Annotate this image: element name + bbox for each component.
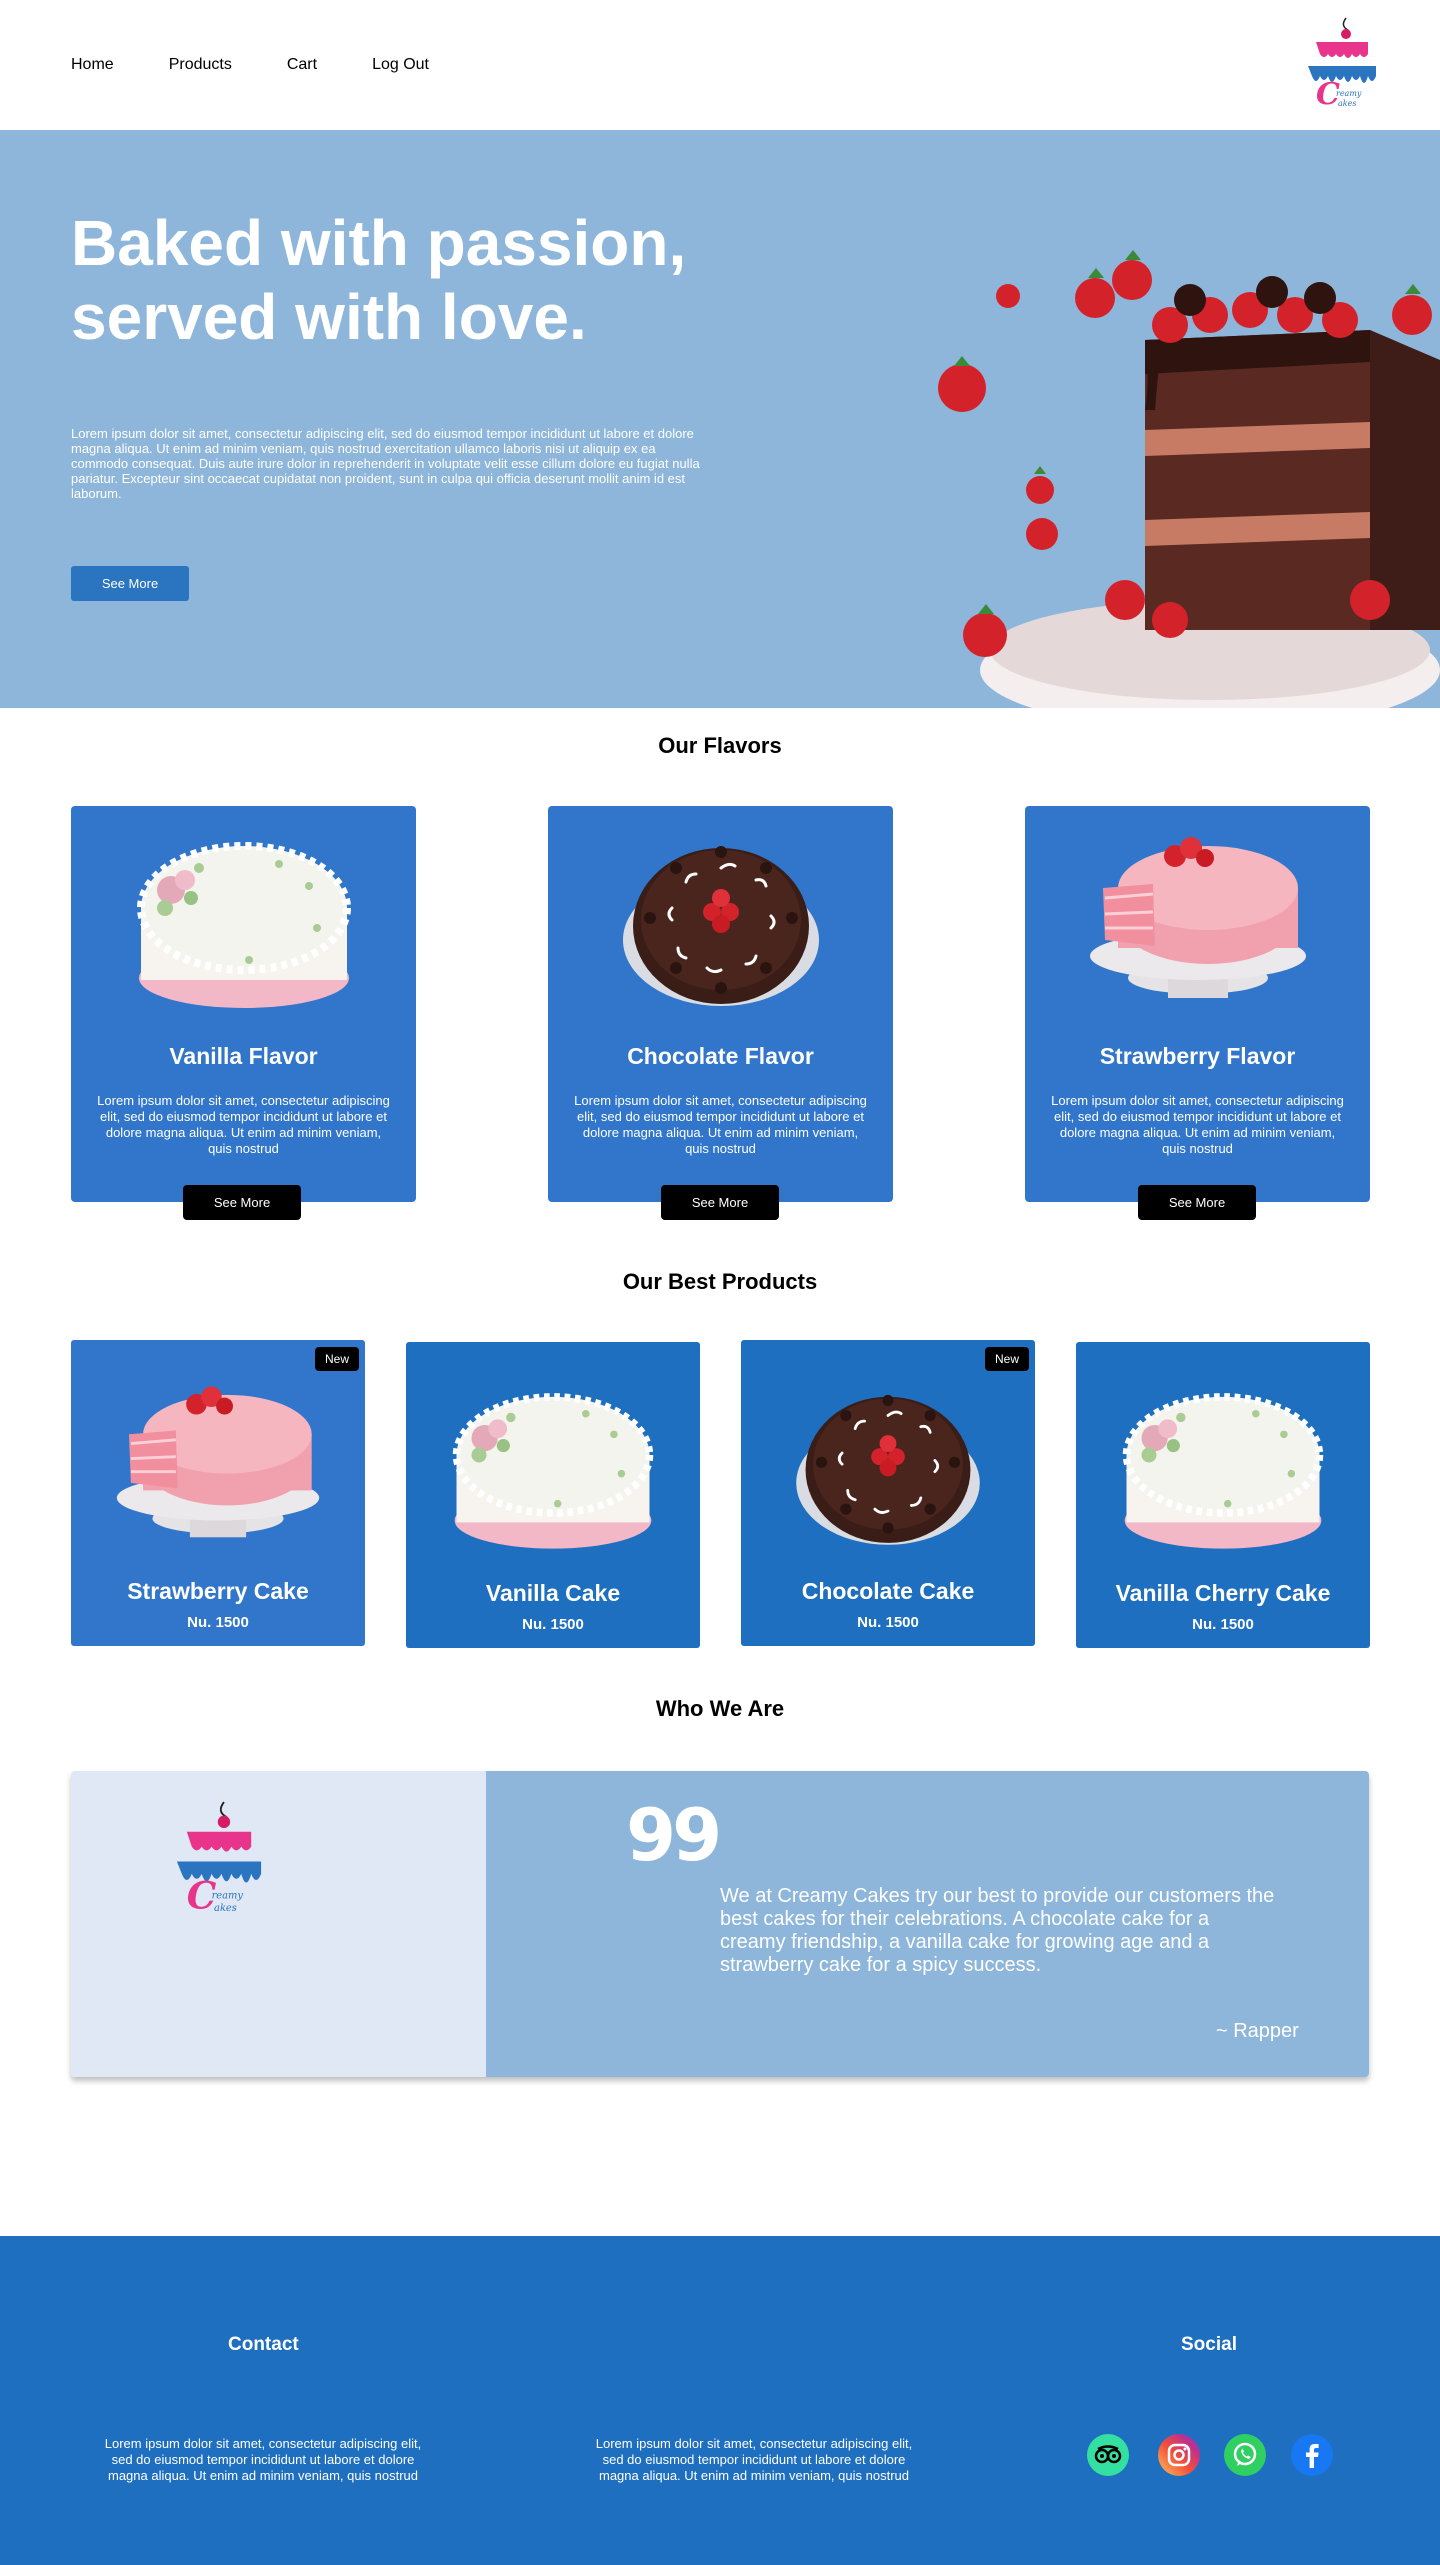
cake-logo-icon: C reamy akes (1308, 17, 1376, 112)
flavor-name: Chocolate Flavor (627, 1043, 814, 1069)
whatsapp-icon[interactable] (1224, 2434, 1266, 2476)
brand-logo[interactable]: C reamy akes (1300, 16, 1384, 112)
new-badge: New (984, 1347, 1029, 1371)
svg-text:reamy: reamy (1336, 89, 1362, 98)
strawberry-cake-image (115, 1385, 321, 1539)
top-nav: Home Products Cart Log Out C reamy akes (0, 0, 1440, 130)
flavor-description: Lorem ipsum dolor sit amet, consectetur … (574, 1093, 867, 1156)
vanilla-see-more-button[interactable]: See More (183, 1185, 301, 1220)
strawberry-cake-image (1088, 835, 1308, 1000)
hero-title-line2: served with love. (71, 281, 587, 353)
who-quote-author: ~ Rapper (1216, 2020, 1299, 2042)
vanilla-cake-image (438, 1380, 668, 1558)
hero-description: Lorem ipsum dolor sit amet, consectetur … (71, 426, 700, 501)
products-section-title: Our Best Products (622, 1269, 818, 1294)
product-card-vanilla-cake[interactable]: Vanilla Cake Nu. 1500 (406, 1342, 700, 1648)
tripadvisor-icon[interactable] (1087, 2434, 1129, 2476)
svg-text:akes: akes (1338, 99, 1356, 108)
product-name: Chocolate Cake (801, 1578, 975, 1604)
footer-contact-title: Contact (228, 2334, 299, 2355)
vanilla-cake-image (129, 828, 359, 1018)
nav-home-link[interactable]: Home (71, 56, 114, 74)
hero-title-line1: Baked with passion, (71, 207, 687, 279)
svg-text:akes: akes (214, 1903, 237, 1914)
flavors-section-title: Our Flavors (658, 733, 782, 758)
who-quote-text: We at Creamy Cakes try our best to provi… (720, 1885, 1275, 1976)
flavor-description: Lorem ipsum dolor sit amet, consectetur … (1051, 1093, 1344, 1156)
flavor-card-chocolate: Chocolate Flavor Lorem ipsum dolor sit a… (548, 806, 893, 1202)
chocolate-cake-image (621, 844, 821, 1008)
page: Home Products Cart Log Out C reamy akes … (0, 0, 1440, 2565)
product-price: Nu. 1500 (522, 1616, 584, 1633)
who-quote-panel: 99 We at Creamy Cakes try our best to pr… (486, 1771, 1369, 2077)
footer-contact-text: Lorem ipsum dolor sit amet, consectetur … (104, 2436, 422, 2483)
flavor-card-strawberry: Strawberry Flavor Lorem ipsum dolor sit … (1025, 806, 1370, 1202)
footer-about-text: Lorem ipsum dolor sit amet, consectetur … (595, 2436, 913, 2483)
hero-title: Baked with passion, served with love. (71, 206, 771, 354)
product-name: Vanilla Cherry Cake (1115, 1580, 1331, 1606)
who-we-are-card: C reamy akes 99 We at Creamy Cakes try o… (71, 1771, 1369, 2077)
product-price: Nu. 1500 (187, 1614, 249, 1631)
product-price: Nu. 1500 (857, 1614, 919, 1631)
flavor-description: Lorem ipsum dolor sit amet, consectetur … (97, 1093, 390, 1156)
product-card-chocolate-cake[interactable]: New Chocolate Cake Nu. 1500 (741, 1340, 1035, 1646)
footer-social-title: Social (1181, 2334, 1237, 2355)
who-logo-panel: C reamy akes (71, 1771, 486, 2077)
product-name: Strawberry Cake (127, 1578, 309, 1604)
product-card-vanilla-cherry-cake[interactable]: Vanilla Cherry Cake Nu. 1500 (1076, 1342, 1370, 1648)
strawberry-see-more-button[interactable]: See More (1138, 1185, 1256, 1220)
instagram-icon[interactable] (1158, 2434, 1200, 2476)
nav-logout-link[interactable]: Log Out (372, 56, 429, 74)
vanilla-cake-image (1108, 1380, 1338, 1558)
nav-cart-link[interactable]: Cart (287, 56, 317, 74)
flavor-name: Strawberry Flavor (1099, 1043, 1296, 1069)
flavor-name: Vanilla Flavor (169, 1043, 318, 1069)
nav-products-link[interactable]: Products (169, 56, 232, 74)
chocolate-see-more-button[interactable]: See More (661, 1185, 779, 1220)
flavor-card-vanilla: Vanilla Flavor Lorem ipsum dolor sit ame… (71, 806, 416, 1202)
quote-icon: 99 (626, 1793, 722, 1877)
who-section-title: Who We Are (655, 1696, 785, 1721)
hero-see-more-button[interactable]: See More (71, 566, 189, 601)
chocolate-cake-image (794, 1393, 982, 1547)
footer: Contact Social Lorem ipsum dolor sit ame… (0, 2236, 1440, 2565)
hero-cake-image (938, 250, 1440, 708)
new-badge: New (314, 1347, 359, 1371)
hero-section: Baked with passion, served with love. Lo… (0, 130, 1440, 708)
facebook-icon[interactable] (1291, 2434, 1333, 2476)
product-price: Nu. 1500 (1192, 1616, 1254, 1633)
svg-text:reamy: reamy (212, 1891, 244, 1902)
product-card-strawberry-cake[interactable]: New Strawberry Cake Nu. 1500 (71, 1340, 365, 1646)
nav-links: Home Products Cart Log Out (71, 56, 484, 74)
cake-logo-icon: C reamy akes (176, 1801, 262, 1918)
product-name: Vanilla Cake (485, 1580, 621, 1606)
